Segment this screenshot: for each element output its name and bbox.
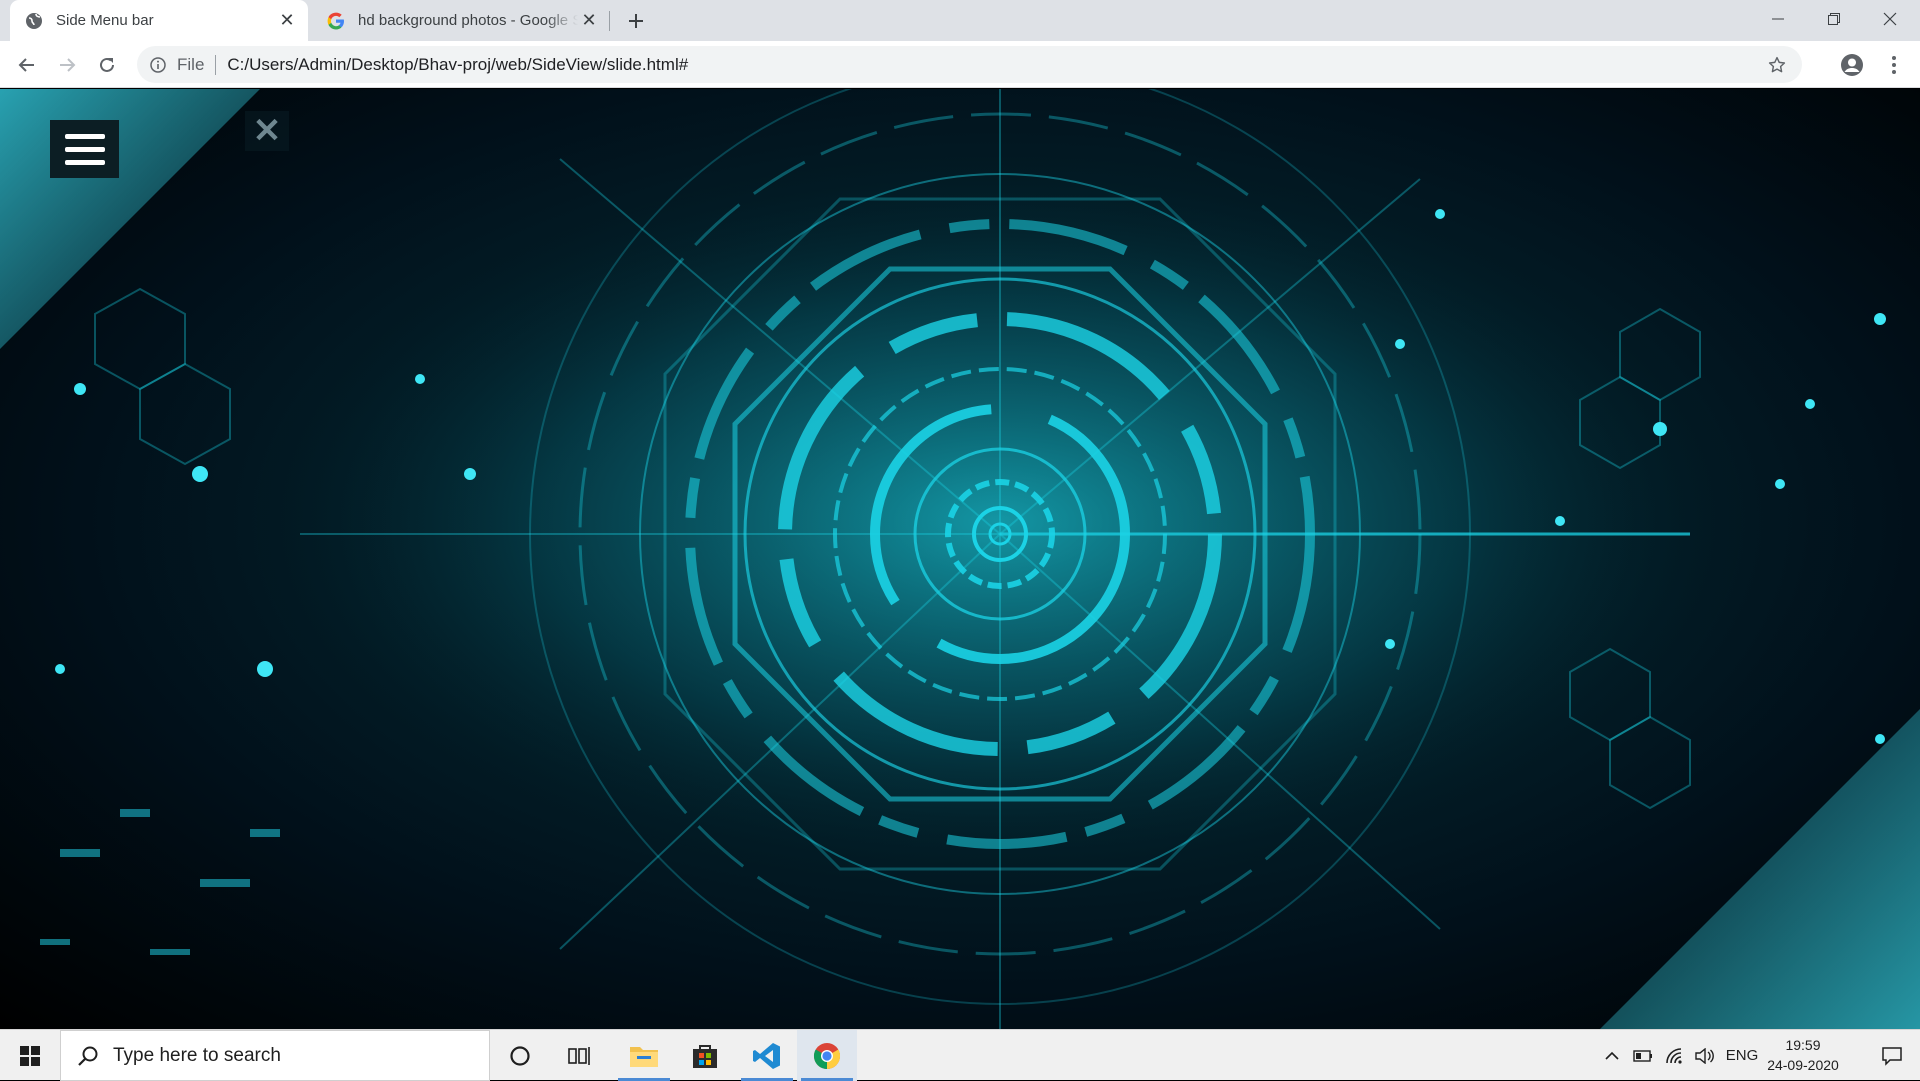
wifi-icon bbox=[1666, 1047, 1682, 1064]
input-language-indicator[interactable]: ENG bbox=[1722, 1030, 1762, 1081]
store-button[interactable] bbox=[675, 1030, 735, 1081]
reload-button[interactable] bbox=[91, 49, 123, 81]
forward-arrow-icon bbox=[60, 58, 76, 72]
tab-divider bbox=[609, 11, 610, 31]
omnibox-divider bbox=[215, 54, 217, 75]
minimize-icon bbox=[1772, 18, 1784, 19]
notification-icon bbox=[1882, 1046, 1902, 1066]
chrome-icon bbox=[813, 1042, 841, 1069]
hamburger-bar bbox=[64, 133, 105, 139]
google-g-icon bbox=[326, 11, 346, 31]
browser-toolbar: File C:/Users/Admin/Desktop/Bhav-proj/we… bbox=[0, 41, 1920, 88]
hamburger-bar bbox=[64, 146, 105, 152]
url-text[interactable]: C:/Users/Admin/Desktop/Bhav-proj/web/Sid… bbox=[227, 55, 688, 75]
address-bar[interactable]: File C:/Users/Admin/Desktop/Bhav-proj/we… bbox=[137, 46, 1802, 83]
restore-button[interactable] bbox=[1806, 0, 1862, 37]
page-content: ✕ bbox=[0, 89, 1920, 1029]
globe-icon bbox=[24, 11, 44, 31]
system-clock[interactable]: 19:59 24-09-2020 bbox=[1762, 1035, 1844, 1075]
vscode-icon bbox=[753, 1042, 780, 1069]
tab-title: hd background photos - Google Search bbox=[358, 12, 578, 29]
windows-taskbar: Type here to search ENG 19:59 24-09-2020 bbox=[0, 1029, 1920, 1081]
search-placeholder: Type here to search bbox=[113, 1044, 281, 1066]
info-icon[interactable] bbox=[149, 56, 167, 74]
minimize-button[interactable] bbox=[1750, 0, 1806, 37]
volume-icon bbox=[1695, 1047, 1714, 1064]
hamburger-bar bbox=[64, 159, 105, 165]
wifi-button[interactable] bbox=[1660, 1030, 1690, 1081]
tab-close-icon[interactable]: ✕ bbox=[578, 10, 600, 32]
chrome-button[interactable] bbox=[797, 1030, 857, 1081]
browser-tab-strip: Side Menu bar ✕ hd background photos - G… bbox=[0, 0, 1920, 41]
back-arrow-icon bbox=[18, 58, 34, 72]
file-explorer-button[interactable] bbox=[614, 1030, 674, 1081]
background-image bbox=[0, 89, 1920, 1029]
tab-google-search[interactable]: hd background photos - Google Search ✕ bbox=[312, 0, 610, 41]
reload-icon bbox=[100, 57, 114, 72]
bookmark-star-icon[interactable] bbox=[1766, 54, 1788, 76]
back-button[interactable] bbox=[11, 49, 43, 81]
scheme-label: File bbox=[177, 54, 205, 74]
cortana-button[interactable] bbox=[490, 1030, 550, 1081]
battery-button[interactable] bbox=[1628, 1030, 1658, 1081]
search-icon bbox=[75, 1043, 101, 1069]
task-view-icon bbox=[568, 1046, 590, 1065]
clock-date: 24-09-2020 bbox=[1767, 1057, 1839, 1073]
tab-side-menu-bar[interactable]: Side Menu bar ✕ bbox=[10, 0, 308, 41]
forward-button[interactable] bbox=[51, 49, 83, 81]
tab-close-icon[interactable]: ✕ bbox=[276, 10, 298, 32]
close-sidebar-button[interactable]: ✕ bbox=[245, 111, 289, 151]
windows-logo-icon bbox=[20, 1045, 40, 1066]
clock-time: 19:59 bbox=[1785, 1037, 1821, 1053]
file-explorer-icon bbox=[630, 1046, 658, 1067]
window-close-button[interactable] bbox=[1862, 0, 1918, 37]
store-icon bbox=[693, 1044, 717, 1068]
battery-icon bbox=[1633, 1049, 1652, 1062]
new-tab-button[interactable] bbox=[622, 7, 650, 35]
start-button[interactable] bbox=[0, 1030, 60, 1081]
restore-icon bbox=[1828, 12, 1840, 25]
show-hidden-icons-button[interactable] bbox=[1600, 1030, 1624, 1081]
volume-button[interactable] bbox=[1690, 1030, 1720, 1081]
cortana-icon bbox=[510, 1045, 530, 1066]
more-menu-icon[interactable] bbox=[1878, 49, 1910, 81]
action-center-button[interactable] bbox=[1864, 1030, 1920, 1081]
tab-title: Side Menu bar bbox=[56, 12, 154, 29]
chevron-up-icon bbox=[1605, 1051, 1619, 1060]
task-view-button[interactable] bbox=[550, 1030, 610, 1081]
close-icon bbox=[1883, 12, 1897, 25]
profile-avatar-icon[interactable] bbox=[1836, 49, 1868, 81]
taskbar-search-box[interactable]: Type here to search bbox=[60, 1030, 490, 1081]
vscode-button[interactable] bbox=[737, 1030, 797, 1081]
hamburger-menu-button[interactable] bbox=[50, 120, 119, 178]
